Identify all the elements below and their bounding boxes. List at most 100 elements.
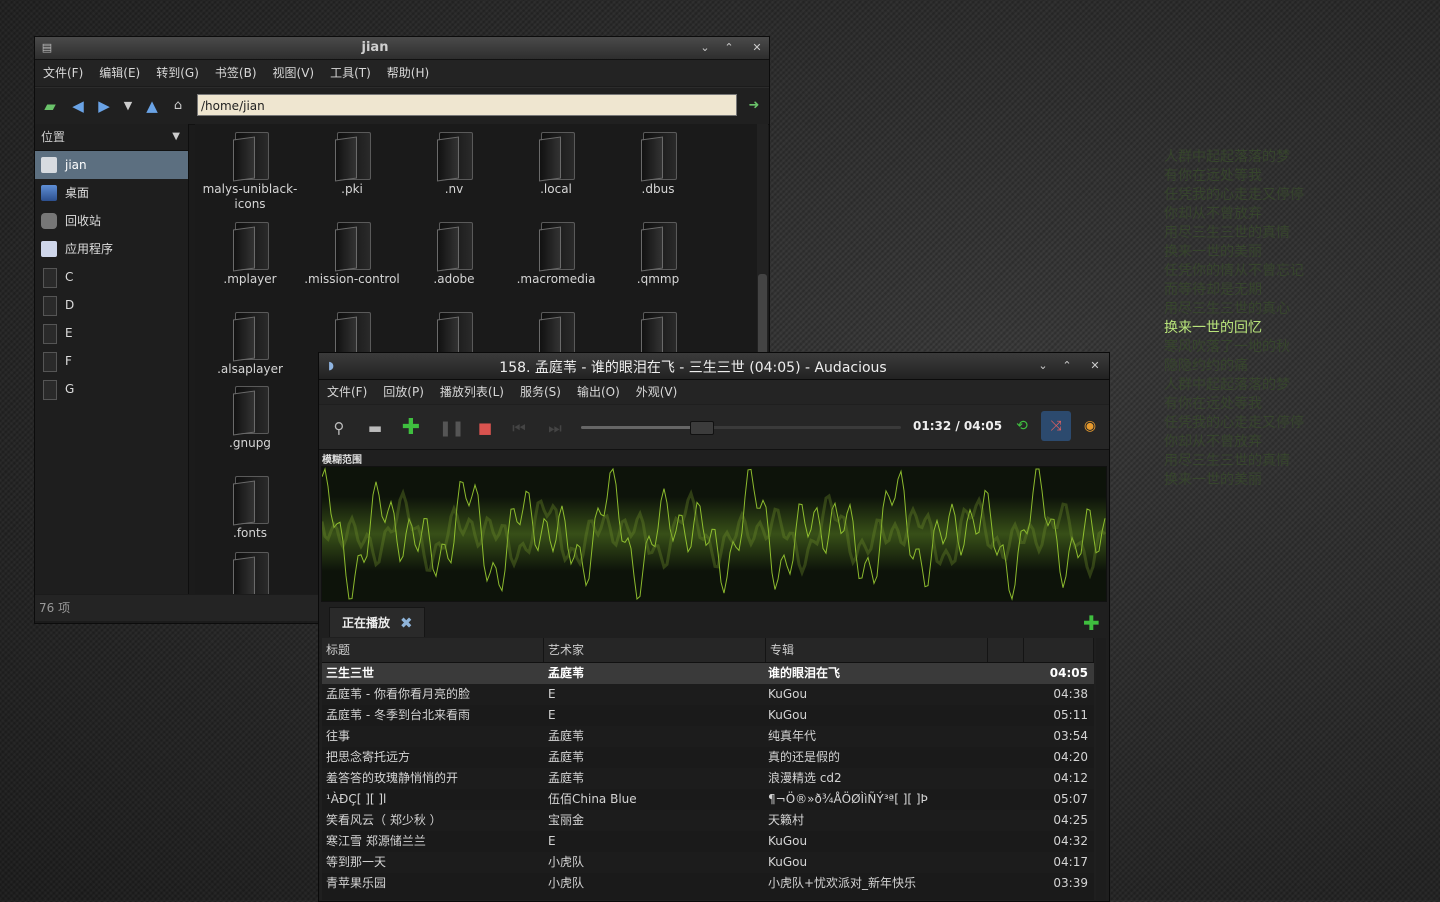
search-icon[interactable]: ⚲ <box>329 418 349 438</box>
folder-item[interactable]: malys-uniblack-icons <box>200 128 300 212</box>
new-tab-icon[interactable]: ▰ <box>41 97 59 115</box>
new-playlist-plus-icon[interactable]: ✚ <box>1083 611 1100 635</box>
folder-item[interactable]: .mission-control <box>302 218 402 287</box>
shuffle-icon[interactable]: ⤨ <box>1041 411 1071 441</box>
menu-playback[interactable]: 回放(P) <box>375 380 432 404</box>
cell-album: 浪漫精选 cd2 <box>768 771 842 785</box>
sidebar-item-applications[interactable]: 应用程序 <box>35 235 188 263</box>
table-row[interactable]: 孟庭苇 - 冬季到台北来看雨 E KuGou 05:11 <box>322 705 1094 726</box>
lyrics-panel: 人群中起起落落的梦 有你在远处等我 任凭我的心走走又停停 你却从不曾放弃 用尽三生三世的… <box>1164 148 1424 490</box>
applications-icon <box>41 241 57 257</box>
sidebar-item-desktop[interactable]: 桌面 <box>35 179 188 207</box>
aud-titlebar[interactable]: ◗ 158. 孟庭苇 - 谁的眼泪在飞 - 三生三世 (04:05) - Aud… <box>319 353 1109 380</box>
close-icon[interactable]: ✕ <box>1087 358 1103 374</box>
column-header-title[interactable]: 标题 <box>322 638 544 662</box>
folder-label: malys-uniblack-icons <box>202 182 298 211</box>
menu-bookmarks[interactable]: 书签(B) <box>207 60 265 86</box>
close-icon[interactable]: ✕ <box>749 40 765 56</box>
audacious-logo-icon[interactable]: ◗ <box>323 358 339 374</box>
stop-icon[interactable]: ■ <box>475 418 495 438</box>
sidebar-item-trash[interactable]: 回收站 <box>35 207 188 235</box>
open-folder-icon[interactable]: ▬ <box>365 418 385 438</box>
tab-label: 正在播放 <box>342 616 391 630</box>
folder-item[interactable]: .pki <box>302 128 402 197</box>
fm-titlebar[interactable]: ▤ jian ⌄ ⌃ ✕ <box>35 37 769 60</box>
folder-item[interactable]: .dbus <box>608 128 708 197</box>
column-header-blank[interactable] <box>988 638 1024 662</box>
add-plus-icon[interactable]: ✚ <box>401 417 421 439</box>
column-header-length[interactable] <box>1024 638 1094 662</box>
table-row[interactable]: 青苹果乐园 小虎队 小虎队+忧欢派对_新年快乐 03:39 <box>322 873 1094 894</box>
folder-item[interactable]: .local <box>506 128 606 197</box>
cell-length: 04:32 <box>1053 834 1088 848</box>
sidebar-item-drive-e[interactable]: E <box>35 319 188 347</box>
menu-services[interactable]: 服务(S) <box>512 380 569 404</box>
table-row[interactable]: ¹ÀÐÇ[ ][ ]l 伍佰China Blue ¶¬Ö®»ð¾ÅÖØÌìÑÝ³ª[… <box>322 789 1094 810</box>
minimize-icon[interactable]: ⌄ <box>1035 358 1051 374</box>
table-row[interactable]: 笑看风云（ 郑少秋 ） 宝丽金 天籁村 04:25 <box>322 810 1094 831</box>
seek-slider[interactable] <box>581 421 901 435</box>
history-dropdown-icon[interactable]: ▼ <box>119 97 137 115</box>
table-row[interactable]: 等到那一天 小虎队 KuGou 04:17 <box>322 852 1094 873</box>
column-header-album[interactable]: 专辑 <box>766 638 988 662</box>
column-header-artist[interactable]: 艺术家 <box>544 638 766 662</box>
menu-file[interactable]: 文件(F) <box>319 380 375 404</box>
sidebar-item-drive-f[interactable]: F <box>35 347 188 375</box>
menu-output[interactable]: 输出(O) <box>569 380 628 404</box>
menu-view[interactable]: 视图(V) <box>265 60 323 86</box>
table-row[interactable]: 往事 孟庭苇 纯真年代 03:54 <box>322 726 1094 747</box>
address-bar-input[interactable]: /home/jian <box>197 94 737 116</box>
tab-now-playing[interactable]: 正在播放 ✖ <box>329 607 425 637</box>
previous-icon[interactable]: ⏮ <box>509 418 529 438</box>
playlist-scrollbar[interactable] <box>1096 638 1106 900</box>
pause-icon[interactable]: ❚❚ <box>439 418 464 438</box>
menu-help[interactable]: 帮助(H) <box>379 60 437 86</box>
menu-file[interactable]: 文件(F) <box>35 60 91 86</box>
folder-item[interactable]: .fonts <box>200 472 300 541</box>
maximize-icon[interactable]: ⌃ <box>721 40 737 56</box>
sidebar-item-drive-d[interactable]: D <box>35 291 188 319</box>
go-arrow-icon[interactable]: ➜ <box>745 97 763 115</box>
table-row[interactable]: 三生三世 孟庭苇 谁的眼泪在飞 04:05 <box>322 663 1094 684</box>
table-row[interactable]: 孟庭苇 - 你看你看月亮的脸 E KuGou 04:38 <box>322 684 1094 705</box>
table-row[interactable]: 寒江雪 郑源储兰兰 E KuGou 04:32 <box>322 831 1094 852</box>
cell-length: 04:05 <box>1049 666 1088 680</box>
folder-item[interactable]: .gnupg <box>200 382 300 451</box>
folder-item[interactable]: .macromedia <box>506 218 606 287</box>
maximize-icon[interactable]: ⌃ <box>1059 358 1075 374</box>
seek-slider-handle[interactable] <box>690 421 714 435</box>
folder-item[interactable]: .adobe <box>404 218 504 287</box>
repeat-icon[interactable]: ⟲ <box>1007 411 1037 441</box>
places-header[interactable]: 位置 ▼ <box>35 124 188 151</box>
table-row[interactable]: 把思念寄托远方 孟庭苇 真的还是假的 04:20 <box>322 747 1094 768</box>
cell-artist: 小虎队 <box>548 876 585 890</box>
sidebar-item-jian[interactable]: jian <box>35 151 188 179</box>
folder-label: .gnupg <box>229 436 271 450</box>
next-icon[interactable]: ⏭ <box>545 418 565 438</box>
folder-item[interactable]: .nv <box>404 128 504 197</box>
folder-item[interactable]: .alsaplayer <box>200 308 300 377</box>
minimize-icon[interactable]: ⌄ <box>697 40 713 56</box>
time-display: 01:32 / 04:05 <box>913 419 1003 433</box>
equalizer-icon[interactable]: ◉ <box>1075 411 1105 441</box>
fm-menubar: 文件(F) 编辑(E) 转到(G) 书签(B) 视图(V) 工具(T) 帮助(H) <box>35 60 769 86</box>
menu-edit[interactable]: 编辑(E) <box>91 60 148 86</box>
table-row[interactable]: 羞答答的玫瑰静悄悄的开 孟庭苇 浪漫精选 cd2 04:12 <box>322 768 1094 789</box>
aud-toolbar: ⚲ ▬ ✚ ❚❚ ■ ⏮ ⏭ 01:32 / 04:05 ⟲ ⤨ ◉ <box>319 405 1109 450</box>
chevron-down-icon[interactable]: ▼ <box>172 124 180 150</box>
folder-item[interactable]: .qmmp <box>608 218 708 287</box>
folder-item[interactable] <box>200 548 300 594</box>
sidebar-item-drive-c[interactable]: C <box>35 263 188 291</box>
menu-tools[interactable]: 工具(T) <box>322 60 379 86</box>
menu-go[interactable]: 转到(G) <box>148 60 207 86</box>
folder-item[interactable]: .mplayer <box>200 218 300 287</box>
forward-arrow-icon[interactable]: ▶ <box>95 97 113 115</box>
sidebar-item-drive-g[interactable]: G <box>35 375 188 403</box>
home-icon[interactable]: ⌂ <box>169 97 187 115</box>
menu-playlist[interactable]: 播放列表(L) <box>432 380 512 404</box>
scrollbar-thumb[interactable] <box>758 274 767 364</box>
back-arrow-icon[interactable]: ◀ <box>69 97 87 115</box>
menu-appearance[interactable]: 外观(V) <box>628 380 686 404</box>
close-tab-icon[interactable]: ✖ <box>400 608 413 638</box>
up-arrow-icon[interactable]: ▲ <box>143 97 161 115</box>
